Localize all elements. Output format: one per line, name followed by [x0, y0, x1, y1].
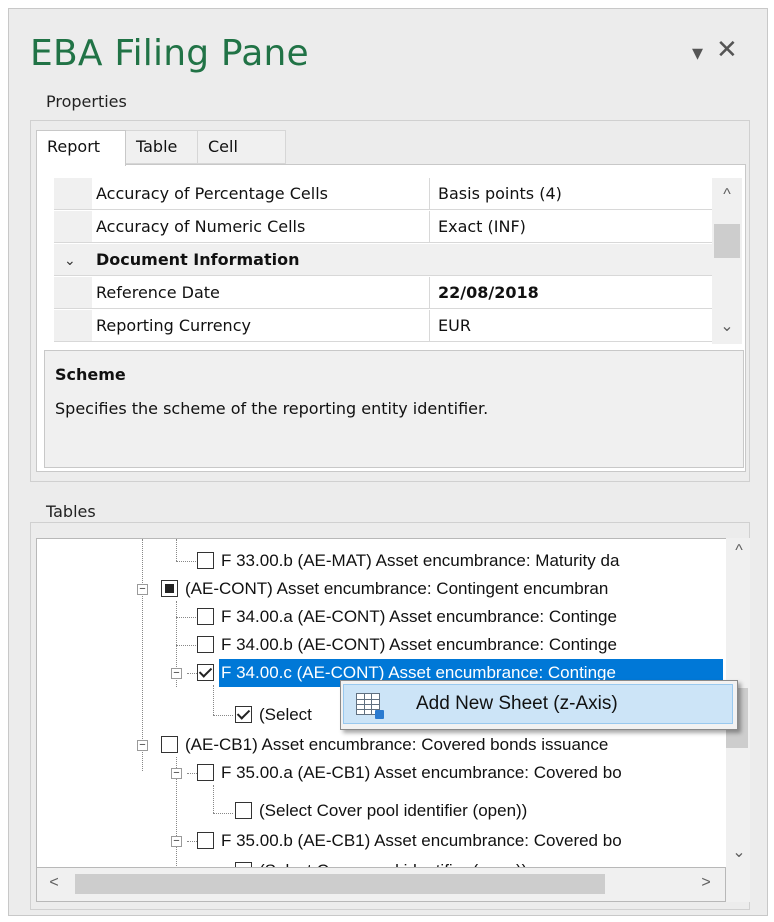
- checkbox[interactable]: [161, 580, 178, 597]
- checkbox[interactable]: [197, 664, 214, 681]
- property-row[interactable]: Reporting Currency EUR: [54, 310, 712, 342]
- collapse-icon[interactable]: −: [171, 836, 182, 847]
- property-row[interactable]: Accuracy of Numeric Cells Exact (INF): [54, 211, 712, 243]
- property-value[interactable]: EUR: [438, 310, 471, 341]
- scroll-right-icon[interactable]: >: [693, 874, 719, 892]
- tree-connector: [176, 645, 196, 646]
- close-icon[interactable]: ✕: [716, 34, 738, 65]
- scroll-left-icon[interactable]: <: [41, 874, 67, 892]
- properties-tabs: Report Table Cell: [36, 130, 336, 166]
- tree-node-label: F 33.00.b (AE-MAT) Asset encumbrance: Ma…: [221, 551, 620, 570]
- tree-connector: [213, 715, 233, 716]
- description-text: Specifies the scheme of the reporting en…: [55, 399, 489, 418]
- tree-node-label: F 34.00.b (AE-CONT) Asset encumbrance: C…: [221, 635, 617, 654]
- property-grid-scrollbar[interactable]: ^ ⌄: [712, 178, 742, 344]
- property-value[interactable]: 22/08/2018: [438, 277, 539, 308]
- property-name: Accuracy of Numeric Cells: [96, 211, 430, 242]
- menu-item-label: Add New Sheet (z-Axis): [416, 693, 618, 714]
- row-gutter: [54, 211, 92, 242]
- checkbox[interactable]: [197, 608, 214, 625]
- tree-node-label: F 35.00.a (AE-CB1) Asset encumbrance: Co…: [221, 763, 622, 782]
- tree-node-label: (AE-CB1) Asset encumbrance: Covered bond…: [185, 735, 609, 754]
- checkbox[interactable]: [161, 736, 178, 753]
- collapse-chevron-icon[interactable]: ⌄: [64, 244, 76, 276]
- scrollbar-thumb[interactable]: [714, 224, 740, 258]
- scroll-down-icon[interactable]: ⌄: [726, 842, 752, 862]
- menu-item-add-new-sheet[interactable]: Add New Sheet (z-Axis): [343, 684, 733, 724]
- property-value[interactable]: Basis points (4): [438, 178, 562, 209]
- row-gutter: [54, 277, 92, 308]
- tables-horizontal-scrollbar[interactable]: < >: [36, 868, 726, 902]
- category-label: Document Information: [96, 250, 300, 269]
- tab-cell[interactable]: Cell: [198, 130, 286, 164]
- category-row-document-information[interactable]: ⌄ Document Information: [54, 244, 712, 276]
- tree-connector: [176, 617, 196, 618]
- description-title: Scheme: [55, 365, 126, 384]
- tree-connector: [213, 785, 214, 813]
- property-name: Accuracy of Percentage Cells: [96, 178, 430, 209]
- tree-connector: [187, 773, 197, 774]
- collapse-icon[interactable]: −: [137, 740, 148, 751]
- properties-label: Properties: [46, 92, 127, 111]
- collapse-icon[interactable]: −: [171, 768, 182, 779]
- tree-node-label: (Select: [259, 705, 312, 724]
- tree-connector: [213, 685, 214, 715]
- checkbox[interactable]: [197, 832, 214, 849]
- tree-node-label: F 34.00.a (AE-CONT) Asset encumbrance: C…: [221, 607, 617, 626]
- tree-connector: [176, 539, 177, 561]
- collapse-icon[interactable]: −: [137, 584, 148, 595]
- row-gutter: [54, 178, 92, 209]
- collapse-icon[interactable]: −: [171, 668, 182, 679]
- tree-connector: [176, 561, 196, 562]
- context-menu: Add New Sheet (z-Axis): [340, 680, 738, 730]
- tree-connector: [213, 813, 233, 814]
- scroll-down-icon[interactable]: ⌄: [714, 316, 740, 336]
- checkbox[interactable]: [197, 552, 214, 569]
- tab-table[interactable]: Table: [126, 130, 198, 164]
- tables-label: Tables: [46, 502, 96, 521]
- checkbox[interactable]: [235, 802, 252, 819]
- tree-node-label: (AE-CONT) Asset encumbrance: Contingent …: [185, 579, 609, 598]
- row-gutter: [54, 310, 92, 341]
- checkbox[interactable]: [197, 764, 214, 781]
- tree-node-label: (Select Cover pool identifier (open)): [259, 857, 527, 867]
- scrollbar-thumb[interactable]: [75, 874, 605, 894]
- checkbox[interactable]: [197, 636, 214, 653]
- tree-connector: [187, 673, 197, 674]
- tree-connector: [187, 841, 197, 842]
- property-row[interactable]: Accuracy of Percentage Cells Basis point…: [54, 178, 712, 210]
- tree-connector: [142, 539, 143, 771]
- property-value[interactable]: Exact (INF): [438, 211, 526, 242]
- pane-title: EBA Filing Pane: [30, 33, 309, 74]
- tree-node-label: (Select Cover pool identifier (open)): [259, 801, 528, 820]
- property-grid: Accuracy of Percentage Cells Basis point…: [54, 178, 714, 344]
- property-row[interactable]: Reference Date 22/08/2018: [54, 277, 712, 309]
- tab-report[interactable]: Report: [36, 130, 126, 166]
- pane-options-icon[interactable]: ▾: [692, 40, 703, 66]
- property-name: Reporting Currency: [96, 310, 430, 341]
- add-sheet-icon: [356, 693, 384, 719]
- scroll-up-icon[interactable]: ^: [726, 542, 752, 560]
- property-description: Scheme Specifies the scheme of the repor…: [44, 350, 744, 468]
- tree-node-label: F 35.00.b (AE-CB1) Asset encumbrance: Co…: [221, 831, 622, 850]
- scroll-up-icon[interactable]: ^: [714, 186, 740, 204]
- checkbox[interactable]: [235, 706, 252, 723]
- property-name: Reference Date: [96, 277, 430, 308]
- scrollbar-corner: [726, 868, 750, 902]
